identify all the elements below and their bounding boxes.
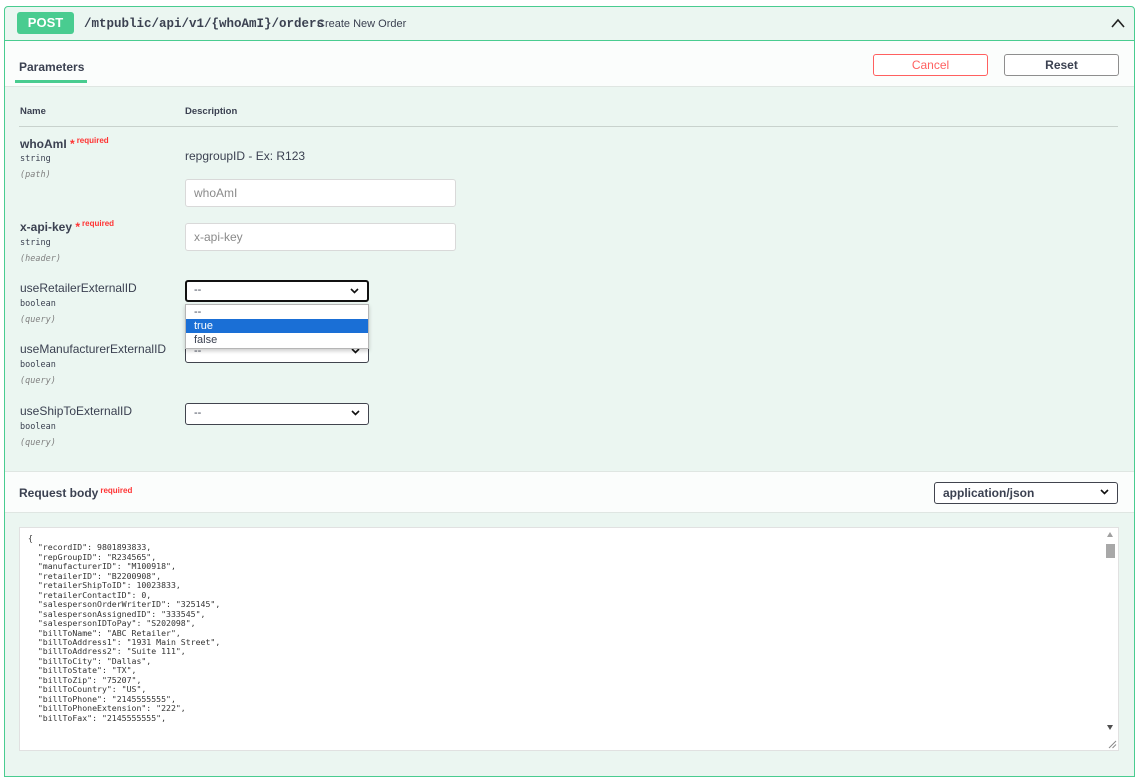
param-name-whoami: whoAmI * required <box>20 136 109 151</box>
scroll-down-icon[interactable] <box>1107 725 1113 730</box>
request-body-editor[interactable]: { "recordID": 9801893833, "repGroupID": … <box>19 527 1119 751</box>
param-type: string <box>20 154 51 164</box>
dropdown-option-true[interactable]: true <box>186 319 368 333</box>
boolean-dropdown-list: -- true false <box>185 304 369 349</box>
tab-active-indicator <box>15 80 87 83</box>
reset-button[interactable]: Reset <box>1004 54 1119 76</box>
operation-summary[interactable]: POST /mtpublic/api/v1/{whoAmI}/orders Cr… <box>5 7 1134 41</box>
dropdown-option-false[interactable]: false <box>186 333 368 347</box>
param-type: boolean <box>20 360 56 370</box>
cancel-button[interactable]: Cancel <box>873 54 988 76</box>
required-star: * <box>70 137 75 151</box>
param-location: (query) <box>20 376 56 386</box>
param-name-use-ship-to-external-id: useShipToExternalID <box>20 404 133 418</box>
dropdown-option-empty[interactable]: -- <box>186 305 368 319</box>
param-name-x-api-key: x-api-key * required <box>20 219 115 234</box>
request-body-json[interactable]: { "recordID": 9801893833, "repGroupID": … <box>28 533 220 723</box>
resize-grip-icon[interactable] <box>1107 739 1117 749</box>
operation-description: Create New Order <box>317 18 407 30</box>
required-label: required <box>100 486 133 495</box>
select-value: -- <box>194 407 202 419</box>
param-name-text: whoAmI <box>20 137 67 151</box>
select-value: -- <box>194 284 202 296</box>
chevron-up-icon[interactable] <box>1110 16 1126 30</box>
use-ship-to-external-id-select[interactable]: -- <box>185 403 369 425</box>
chevron-down-icon <box>350 288 359 294</box>
method-badge: POST <box>17 12 74 34</box>
param-location: (query) <box>20 438 56 448</box>
request-body-title: Request body required <box>19 486 132 500</box>
required-label: required <box>82 219 115 228</box>
content-type-select[interactable]: application/json <box>934 482 1118 504</box>
header-divider <box>19 126 1118 127</box>
whoami-input[interactable] <box>185 179 456 207</box>
parameters-header: Parameters Cancel Reset <box>5 41 1134 87</box>
column-header-name: Name <box>20 106 46 117</box>
param-type: boolean <box>20 422 56 432</box>
request-body-title-text: Request body <box>19 486 99 500</box>
post-operation-block: POST /mtpublic/api/v1/{whoAmI}/orders Cr… <box>4 6 1135 777</box>
editor-scrollbar[interactable] <box>1103 528 1118 750</box>
column-header-description: Description <box>185 106 238 117</box>
scroll-up-icon[interactable] <box>1107 532 1113 537</box>
param-location: (path) <box>20 170 51 180</box>
tab-parameters[interactable]: Parameters <box>19 60 84 74</box>
param-type: boolean <box>20 299 56 309</box>
operation-path: /mtpublic/api/v1/{whoAmI}/orders <box>84 17 325 31</box>
x-api-key-input[interactable] <box>185 223 456 251</box>
param-description: repgroupID - Ex: R123 <box>185 149 306 163</box>
chevron-down-icon <box>351 410 360 416</box>
required-star: * <box>75 220 81 234</box>
request-body-header: Request body required application/json <box>5 471 1134 513</box>
param-name-text: x-api-key <box>20 220 73 234</box>
param-location: (header) <box>20 254 61 264</box>
use-retailer-external-id-select[interactable]: -- <box>185 280 369 302</box>
scrollbar-thumb[interactable] <box>1106 544 1115 558</box>
chevron-down-icon <box>1100 489 1109 495</box>
param-name-use-retailer-external-id: useRetailerExternalID <box>20 281 137 295</box>
param-type: string <box>20 238 51 248</box>
required-label: required <box>76 136 109 145</box>
param-location: (query) <box>20 315 56 325</box>
param-name-use-manufacturer-external-id: useManufacturerExternalID <box>20 342 167 356</box>
select-value: application/json <box>943 486 1035 500</box>
